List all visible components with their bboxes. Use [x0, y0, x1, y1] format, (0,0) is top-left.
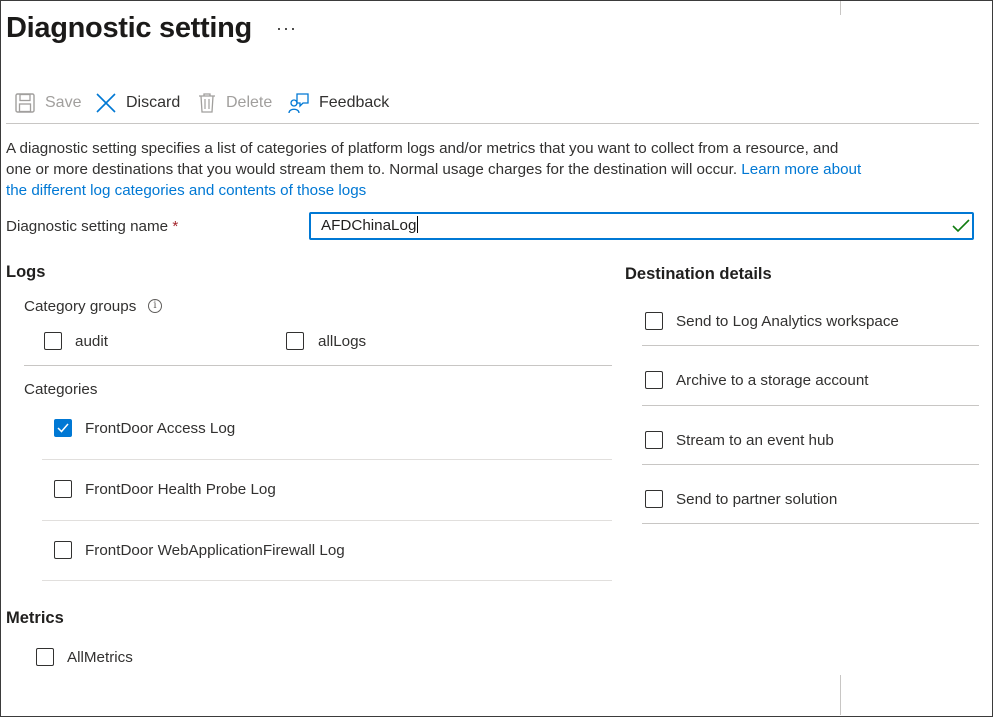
category-groups-label: Category groups: [24, 298, 137, 315]
frontdoor-health-probe-log-checkbox[interactable]: [54, 480, 72, 498]
log-analytics-checkbox[interactable]: [645, 312, 663, 330]
destination-divider: [642, 523, 979, 524]
feedback-icon: [288, 93, 309, 114]
audit-checkbox[interactable]: [44, 332, 62, 350]
log-analytics-label: Send to Log Analytics workspace: [676, 313, 899, 330]
logs-title: Logs: [6, 263, 46, 281]
partner-solution-checkbox[interactable]: [645, 490, 663, 508]
partner-solution-label: Send to partner solution: [676, 491, 838, 508]
layout-edge-top: [840, 1, 841, 15]
destination-divider: [642, 464, 979, 465]
checkmark-icon: [952, 219, 970, 233]
destination-title: Destination details: [625, 265, 772, 283]
category-divider: [42, 520, 612, 521]
setting-name-label-text: Diagnostic setting name: [6, 218, 169, 235]
storage-account-checkbox[interactable]: [645, 371, 663, 389]
toolbar-divider: [6, 123, 979, 124]
discard-label: Discard: [126, 94, 181, 111]
audit-label: audit: [75, 333, 108, 350]
trash-icon: [199, 93, 215, 113]
more-options-button[interactable]: ···: [276, 18, 297, 39]
alllogs-checkbox[interactable]: [286, 332, 304, 350]
save-button[interactable]: Save: [14, 90, 81, 116]
close-icon: [96, 93, 116, 113]
frontdoor-health-probe-log-label: FrontDoor Health Probe Log: [85, 481, 276, 498]
delete-label: Delete: [226, 94, 273, 111]
allmetrics-checkbox[interactable]: [36, 648, 54, 666]
feedback-button[interactable]: Feedback: [288, 90, 389, 116]
setting-name-input[interactable]: AFDChinaLog: [309, 212, 974, 240]
frontdoor-access-log-label: FrontDoor Access Log: [85, 420, 236, 437]
categories-label: Categories: [24, 381, 98, 398]
frontdoor-access-log-checkbox[interactable]: [54, 419, 72, 437]
page-title: Diagnostic setting: [6, 12, 252, 44]
setting-name-label: Diagnostic setting name *: [6, 218, 178, 235]
required-marker: *: [172, 218, 179, 235]
description: A diagnostic setting specifies a list of…: [6, 138, 866, 201]
layout-edge-bottom: [840, 675, 841, 715]
delete-button[interactable]: Delete: [197, 90, 272, 116]
metrics-title: Metrics: [6, 609, 64, 627]
frontdoor-waf-log-label: FrontDoor WebApplicationFirewall Log: [85, 542, 345, 559]
destination-divider: [642, 345, 979, 346]
text-caret: [417, 216, 419, 233]
frontdoor-waf-log-checkbox[interactable]: [54, 541, 72, 559]
category-divider: [42, 580, 612, 581]
alllogs-label: allLogs: [318, 333, 367, 350]
setting-name-value: AFDChinaLog: [321, 217, 417, 234]
save-label: Save: [45, 94, 82, 111]
check-icon: [57, 423, 69, 433]
feedback-label: Feedback: [319, 94, 390, 111]
description-text: A diagnostic setting specifies a list of…: [6, 140, 839, 178]
storage-account-label: Archive to a storage account: [676, 372, 869, 389]
info-icon[interactable]: i: [148, 299, 162, 313]
category-groups-divider: [24, 365, 612, 366]
event-hub-label: Stream to an event hub: [676, 432, 834, 449]
event-hub-checkbox[interactable]: [645, 431, 663, 449]
save-icon: [15, 93, 35, 113]
destination-divider: [642, 405, 979, 406]
discard-button[interactable]: Discard: [95, 90, 180, 116]
allmetrics-label: AllMetrics: [67, 649, 133, 666]
category-divider: [42, 459, 612, 460]
